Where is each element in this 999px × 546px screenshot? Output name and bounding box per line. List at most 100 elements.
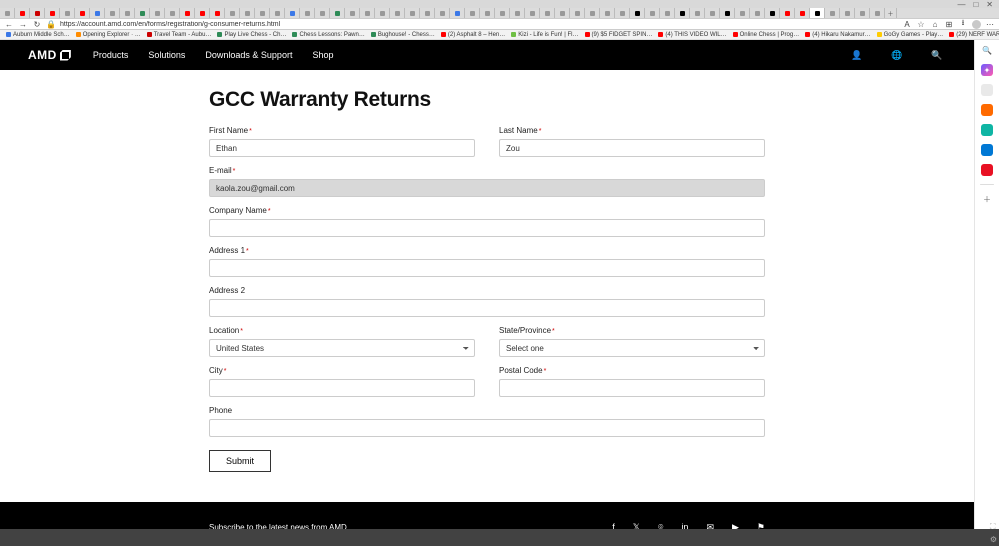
nav-solutions[interactable]: Solutions — [148, 50, 185, 60]
browser-tab[interactable] — [360, 8, 375, 18]
browser-tab[interactable] — [735, 8, 750, 18]
browser-tab[interactable] — [855, 8, 870, 18]
sidebar-office-icon[interactable] — [981, 164, 993, 176]
bookmark[interactable]: Opening Explorer · … — [74, 32, 143, 38]
browser-tab[interactable] — [390, 8, 405, 18]
profile-avatar[interactable] — [972, 20, 981, 29]
page-viewport[interactable]: AMD Products Solutions Downloads & Suppo… — [0, 40, 974, 529]
browser-tab[interactable] — [180, 8, 195, 18]
browser-tab[interactable] — [225, 8, 240, 18]
browser-tab[interactable] — [345, 8, 360, 18]
browser-tab[interactable] — [600, 8, 615, 18]
extensions-icon[interactable]: ⊞ — [944, 20, 954, 29]
bookmark[interactable]: Chess Lessons: Pawn… — [290, 32, 366, 38]
first-name-input[interactable] — [209, 139, 475, 157]
browser-tab[interactable] — [195, 8, 210, 18]
bookmark[interactable]: Play Live Chess - Ch… — [215, 32, 288, 38]
bookmark[interactable]: Bughouse! - Chess… — [369, 32, 437, 38]
browser-tab[interactable] — [660, 8, 675, 18]
location-select[interactable]: United States — [209, 339, 475, 357]
browser-tab[interactable] — [105, 8, 120, 18]
bookmark[interactable]: (29) NERF WAR: EPI… — [947, 32, 999, 38]
browser-tab[interactable] — [75, 8, 90, 18]
browser-tab[interactable] — [540, 8, 555, 18]
sidebar-shopping-icon[interactable] — [981, 104, 993, 116]
read-aloud-icon[interactable]: A — [902, 20, 912, 29]
browser-tab[interactable] — [255, 8, 270, 18]
bookmark[interactable]: Auburn Middle Sch… — [4, 32, 72, 38]
sidebar-tools-icon[interactable] — [981, 124, 993, 136]
app-menu-icon[interactable]: ⋯ — [985, 20, 995, 29]
browser-tab[interactable] — [90, 8, 105, 18]
browser-tab[interactable] — [0, 8, 15, 18]
maximize-button[interactable]: □ — [973, 0, 978, 9]
expand-icon[interactable]: ⛶ — [990, 522, 997, 532]
instagram-icon[interactable]: ⌾ — [658, 522, 663, 530]
bookmark[interactable]: (4) Hikaru Nakamur… — [803, 32, 872, 38]
browser-tab[interactable] — [315, 8, 330, 18]
subscribe-dropdown[interactable]: Subscribe to the latest news from AMD ⌄ — [209, 523, 409, 530]
bookmark[interactable]: Kizi - Life is Fun! | Fl… — [509, 32, 580, 38]
new-tab-button[interactable]: ＋ — [885, 8, 897, 18]
phone-input[interactable] — [209, 419, 765, 437]
browser-tab[interactable] — [825, 8, 840, 18]
bookmark[interactable]: (2) Asphalt 8 – Hen… — [439, 32, 507, 38]
browser-tab[interactable] — [480, 8, 495, 18]
last-name-input[interactable] — [499, 139, 765, 157]
browser-tab[interactable] — [870, 8, 885, 18]
browser-tab[interactable] — [555, 8, 570, 18]
browser-tab[interactable] — [60, 8, 75, 18]
browser-tab[interactable] — [375, 8, 390, 18]
mail-icon[interactable]: ✉ — [706, 522, 714, 530]
browser-tab[interactable] — [330, 8, 345, 18]
browser-tab[interactable] — [780, 8, 795, 18]
browser-tab[interactable] — [795, 8, 810, 18]
browser-tab[interactable] — [705, 8, 720, 18]
browser-tab[interactable] — [585, 8, 600, 18]
bookmark[interactable]: (4) THIS VIDEO WIL… — [656, 32, 728, 38]
browser-tab[interactable] — [510, 8, 525, 18]
minimize-button[interactable]: — — [957, 0, 965, 9]
cast-icon[interactable]: ⌂ — [930, 20, 940, 29]
submit-button[interactable]: Submit — [209, 450, 271, 472]
browser-tab[interactable] — [165, 8, 180, 18]
nav-downloads[interactable]: Downloads & Support — [205, 50, 292, 60]
sidebar-copilot-icon[interactable]: ✦ — [981, 64, 993, 76]
reload-button[interactable]: ↻ — [32, 20, 42, 29]
browser-tab[interactable] — [420, 8, 435, 18]
browser-tab[interactable] — [465, 8, 480, 18]
tab-strip[interactable]: ＋ — [0, 8, 999, 18]
browser-tab[interactable] — [405, 8, 420, 18]
browser-tab[interactable] — [630, 8, 645, 18]
close-button[interactable]: ✕ — [986, 0, 993, 9]
state-select[interactable]: Select one — [499, 339, 765, 357]
twitch-icon[interactable]: ⚑ — [757, 522, 765, 530]
address2-input[interactable] — [209, 299, 765, 317]
bookmark[interactable]: Online Chess | Prog… — [731, 32, 802, 38]
forward-button[interactable]: → — [18, 20, 28, 29]
browser-tab[interactable] — [435, 8, 450, 18]
sidebar-outlook-icon[interactable] — [981, 144, 993, 156]
email-input[interactable] — [209, 179, 765, 197]
user-icon[interactable]: 👤 — [848, 50, 866, 61]
browser-tab[interactable] — [300, 8, 315, 18]
search-icon[interactable]: 🔍 — [928, 50, 946, 61]
browser-tab[interactable] — [525, 8, 540, 18]
browser-tab[interactable] — [690, 8, 705, 18]
browser-tab[interactable] — [135, 8, 150, 18]
browser-tab[interactable] — [570, 8, 585, 18]
browser-tab-active[interactable] — [810, 8, 825, 18]
linkedin-icon[interactable]: in — [681, 522, 688, 530]
browser-tab[interactable] — [675, 8, 690, 18]
downloads-icon[interactable]: ⭳ — [958, 17, 968, 31]
address1-input[interactable] — [209, 259, 765, 277]
postal-input[interactable] — [499, 379, 765, 397]
city-input[interactable] — [209, 379, 475, 397]
twitter-icon[interactable]: 𝕏 — [633, 522, 640, 530]
company-input[interactable] — [209, 219, 765, 237]
browser-tab[interactable] — [750, 8, 765, 18]
browser-tab[interactable] — [720, 8, 735, 18]
gear-icon[interactable]: ⚙ — [990, 535, 997, 544]
browser-tab[interactable] — [450, 8, 465, 18]
globe-icon[interactable]: 🌐 — [888, 50, 906, 61]
